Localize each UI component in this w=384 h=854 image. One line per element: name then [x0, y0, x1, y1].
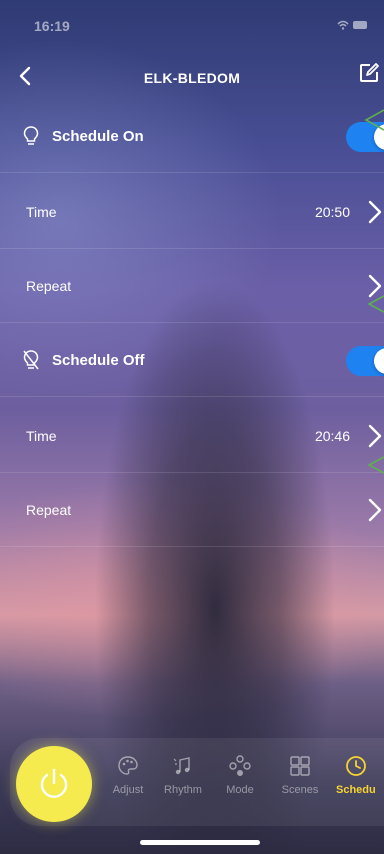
schedule-off-row: Schedule Off: [0, 324, 384, 397]
power-button[interactable]: [16, 746, 92, 822]
chevron-right-icon: [368, 200, 382, 224]
tab-label: Scenes: [281, 784, 319, 796]
repeat-label: Repeat: [26, 502, 72, 518]
music-icon: [173, 757, 190, 775]
tab-scenes[interactable]: Scenes: [272, 754, 328, 814]
repeat-label: Repeat: [26, 278, 72, 294]
edit-icon: [360, 63, 379, 82]
tab-rhythm[interactable]: Rhythm: [155, 754, 211, 814]
tab-label: Schedu: [336, 784, 376, 796]
status-icons: [336, 19, 370, 34]
edit-button[interactable]: [358, 62, 384, 88]
tab-label: Mode: [226, 784, 254, 796]
tab-label: Rhythm: [164, 784, 202, 796]
time-value: 20:50: [314, 204, 350, 220]
home-indicator: [140, 840, 260, 845]
nav-bar: ELK-BLEDOM: [0, 56, 384, 96]
tab-label: Adjust: [112, 784, 144, 796]
bulb-on-icon: [23, 126, 39, 145]
tab-adjust[interactable]: Adjust: [100, 754, 156, 814]
wifi-battery-icon: [337, 20, 367, 30]
schedule-off-toggle[interactable]: [346, 346, 384, 376]
schedule-on-time-row[interactable]: Time 20:50: [0, 176, 384, 249]
schedule-on-row: Schedule On: [0, 100, 384, 173]
status-time: 16:19: [34, 18, 70, 34]
bulb-off-icon: [23, 350, 39, 370]
schedule-off-repeat-row[interactable]: Repeat: [0, 474, 384, 547]
chevron-right-icon: [368, 424, 382, 448]
palette-icon: [118, 756, 138, 775]
tab-mode[interactable]: Mode: [212, 754, 268, 814]
schedule-on-title: Schedule On: [52, 128, 144, 145]
time-label: Time: [26, 428, 57, 444]
annotation-arrow-icon: [364, 109, 384, 131]
schedule-off-title: Schedule Off: [52, 352, 145, 369]
power-icon: [40, 768, 68, 798]
tab-bar: Adjust Rhythm Mode Scenes Schedu: [0, 738, 384, 830]
annotation-arrow-icon: [367, 295, 384, 313]
tab-schedule[interactable]: Schedu: [336, 754, 384, 814]
status-bar: 16:19: [0, 0, 384, 44]
scenes-icon: [290, 756, 310, 776]
time-label: Time: [26, 204, 57, 220]
page-title: ELK-BLEDOM: [143, 70, 241, 86]
chevron-right-icon: [368, 498, 382, 522]
time-value: 20:46: [314, 428, 350, 444]
clock-icon: [346, 756, 366, 776]
schedule-off-time-row[interactable]: Time 20:46: [0, 400, 384, 473]
schedule-on-repeat-row[interactable]: Repeat: [0, 250, 384, 323]
toggle-knob: [374, 348, 384, 374]
annotation-arrow-icon: [367, 456, 384, 474]
mode-icon: [229, 755, 251, 776]
